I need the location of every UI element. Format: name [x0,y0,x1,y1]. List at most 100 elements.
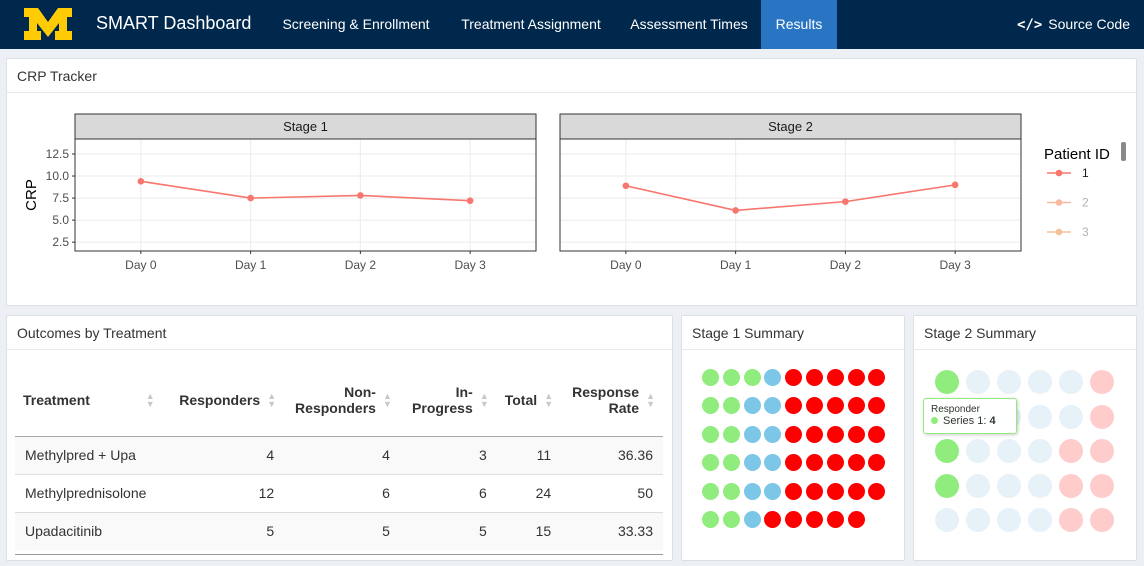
waffle-dot[interactable] [722,482,740,500]
waffle-dot[interactable] [1028,508,1052,532]
waffle-dot[interactable] [1028,473,1052,498]
waffle-dot[interactable] [1059,473,1083,498]
waffle-dot[interactable] [806,454,823,472]
waffle-dot[interactable] [764,511,782,528]
source-code-link[interactable]: </> Source Code [1017,0,1130,49]
waffle-dot[interactable] [935,439,959,463]
waffle-dot[interactable] [1059,508,1083,532]
waffle-dot[interactable] [1059,439,1083,463]
waffle-dot[interactable] [966,473,990,498]
waffle-dot[interactable] [764,397,782,415]
waffle-dot[interactable] [785,397,803,415]
col-treatment[interactable]: Treatment ▲ ▼ [15,364,163,437]
waffle-dot[interactable] [826,369,844,386]
nav-screening-enrollment[interactable]: Screening & Enrollment [268,0,444,49]
waffle-dot[interactable] [743,511,761,528]
waffle-dot[interactable] [847,425,865,443]
waffle-dot[interactable] [806,397,823,415]
waffle-dot[interactable] [743,482,761,500]
table-row[interactable]: Upadacitinib 5 5 5 15 33.33 [15,511,663,550]
waffle-dot[interactable] [966,439,990,463]
waffle-dot[interactable] [785,482,803,500]
waffle-dot[interactable] [743,397,761,415]
university-logo[interactable] [22,6,74,42]
waffle-dot[interactable] [1090,370,1114,394]
waffle-dot[interactable] [997,370,1021,394]
waffle-dot[interactable] [1028,370,1052,394]
waffle-dot[interactable] [743,454,761,472]
waffle-dot[interactable] [847,482,865,500]
waffle-dot[interactable] [966,370,990,394]
waffle-dot[interactable] [935,508,959,532]
navbar: SMART Dashboard Screening & Enrollment T… [0,0,1144,49]
waffle-dot[interactable] [764,482,782,500]
waffle-dot[interactable] [868,397,886,415]
waffle-dot[interactable] [847,511,865,528]
table-row[interactable]: Methylpred + Upa 4 4 3 11 36.36 [15,435,663,474]
col-responders-label: Responders [179,391,261,408]
waffle-dot[interactable] [806,511,823,528]
waffle-dot[interactable] [806,482,823,500]
waffle-dot[interactable] [868,369,886,386]
waffle-dot[interactable] [1059,370,1083,394]
waffle-dot[interactable] [743,425,761,443]
waffle-dot[interactable] [868,425,886,443]
waffle-dot[interactable] [722,397,740,415]
waffle-dot[interactable] [1090,439,1114,463]
waffle-dot[interactable] [702,369,719,386]
waffle-dot[interactable] [826,482,844,500]
waffle-dot[interactable] [826,511,844,528]
waffle-dot[interactable] [785,511,803,528]
waffle-dot[interactable] [1059,404,1083,429]
waffle-dot[interactable] [722,369,740,386]
waffle-dot[interactable] [722,454,740,472]
waffle-dot[interactable] [722,425,740,443]
waffle-dot[interactable] [743,369,761,386]
waffle-dot[interactable] [847,454,865,472]
waffle-dot[interactable] [826,397,844,415]
col-non-responders[interactable]: Non- Responders ▲ ▼ [284,364,400,437]
waffle-dot[interactable] [806,369,823,386]
nav-treatment-assignment[interactable]: Treatment Assignment [446,0,616,49]
waffle-dot[interactable] [1090,508,1114,532]
nav-results[interactable]: Results [761,0,837,49]
waffle-dot[interactable] [764,454,782,472]
waffle-dot[interactable] [966,508,990,532]
nav-assessment-times[interactable]: Assessment Times [617,0,761,49]
waffle-dot[interactable] [997,439,1021,463]
waffle-dot[interactable] [935,473,959,498]
waffle-dot[interactable] [1028,439,1052,463]
waffle-dot[interactable] [826,454,844,472]
col-response-rate[interactable]: Response Rate ▲ ▼ [561,364,663,437]
waffle-dot[interactable] [702,425,719,443]
waffle-dot[interactable] [1090,404,1114,429]
cell-non-responders: 4 [284,435,400,474]
waffle-dot[interactable] [868,482,886,500]
waffle-dot[interactable] [702,454,719,472]
waffle-dot[interactable] [702,482,719,500]
waffle-dot[interactable] [997,473,1021,498]
waffle-dot[interactable] [764,425,782,443]
waffle-dot[interactable] [785,425,803,443]
waffle-dot[interactable] [806,425,823,443]
brand-title[interactable]: SMART Dashboard [96,13,251,34]
waffle-dot[interactable] [826,425,844,443]
waffle-dot[interactable] [1028,404,1052,429]
waffle-dot[interactable] [702,397,719,415]
waffle-dot[interactable] [935,370,959,394]
waffle-dot[interactable] [868,454,886,472]
col-total[interactable]: Total ▲ ▼ [496,364,562,437]
waffle-dot[interactable] [1090,473,1114,498]
col-in-progress[interactable]: In- Progress ▲ ▼ [399,364,497,437]
waffle-dot[interactable] [702,511,719,528]
waffle-dot[interactable] [847,397,865,415]
chart-tooltip: Responder Series 1: 4 [923,398,1017,434]
waffle-dot[interactable] [722,511,740,528]
waffle-dot[interactable] [785,369,803,386]
col-responders[interactable]: Responders ▲ ▼ [162,364,285,437]
waffle-dot[interactable] [785,454,803,472]
waffle-dot[interactable] [997,508,1021,532]
waffle-dot[interactable] [847,369,865,386]
table-row[interactable]: Methylprednisolone 12 6 6 24 50 [15,473,663,512]
waffle-dot[interactable] [764,369,782,386]
